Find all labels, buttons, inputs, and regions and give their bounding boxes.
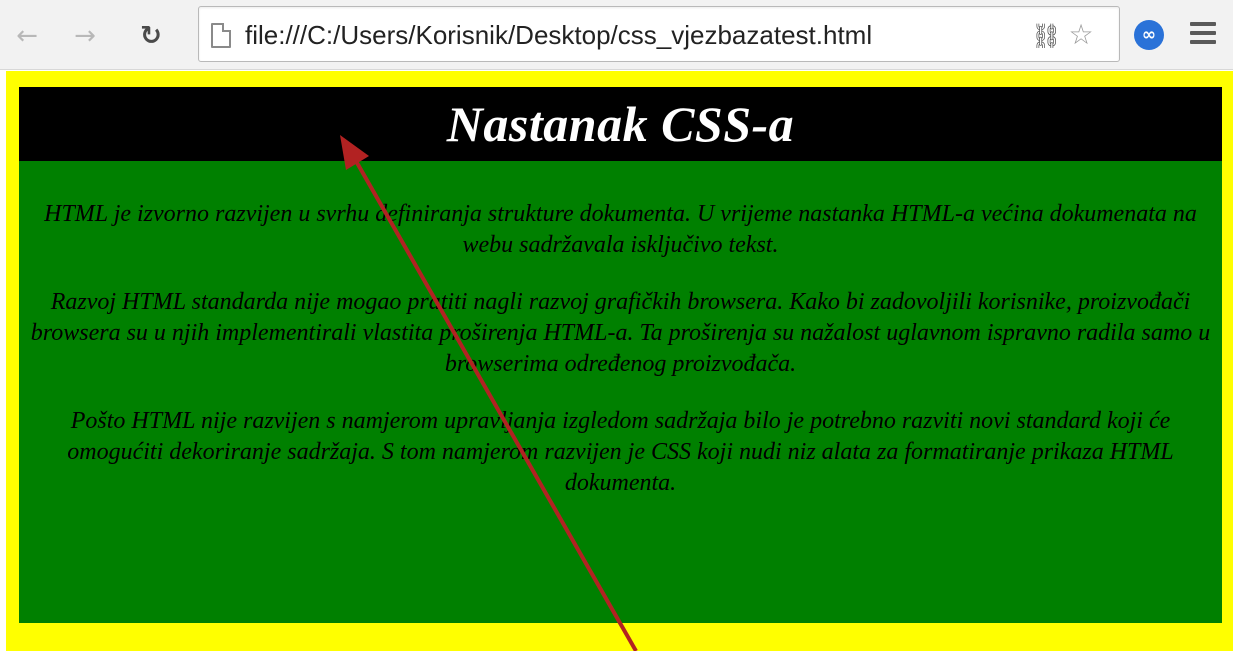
- arrow-left-icon: ←: [16, 21, 38, 51]
- back-button[interactable]: ←: [10, 18, 44, 54]
- address-bar[interactable]: file:///C:/Users/Korisnik/Desktop/css_vj…: [198, 6, 1120, 62]
- sync-profile-icon[interactable]: ∞: [1134, 20, 1164, 50]
- hamburger-menu-icon[interactable]: [1190, 22, 1216, 46]
- url-text[interactable]: file:///C:/Users/Korisnik/Desktop/css_vj…: [245, 18, 872, 52]
- reload-icon: ↻: [140, 21, 162, 51]
- page-title: Nastanak CSS-a: [446, 96, 795, 152]
- paragraph-2: Razvoj HTML standarda nije mogao pratiti…: [30, 289, 1211, 377]
- paragraph-3: Pošto HTML nije razvijen s namjerom upra…: [67, 408, 1174, 496]
- document-icon: [211, 23, 231, 48]
- page-header: Nastanak CSS-a: [19, 87, 1222, 161]
- forward-button[interactable]: →: [68, 18, 102, 54]
- browser-toolbar: ← → ↻ file:///C:/Users/Korisnik/Desktop/…: [0, 0, 1233, 70]
- arrow-right-icon: →: [74, 21, 96, 51]
- content-section: HTML je izvorno razvijen u svrhu definir…: [19, 161, 1222, 623]
- puzzle-piece-icon[interactable]: ⛓: [1031, 22, 1061, 50]
- page-viewport: Nastanak CSS-a HTML je izvorno razvijen …: [0, 71, 1233, 651]
- star-outline-icon[interactable]: ☆: [1065, 19, 1097, 51]
- reload-button[interactable]: ↻: [134, 18, 168, 54]
- paragraph-1: HTML je izvorno razvijen u svrhu definir…: [44, 201, 1197, 258]
